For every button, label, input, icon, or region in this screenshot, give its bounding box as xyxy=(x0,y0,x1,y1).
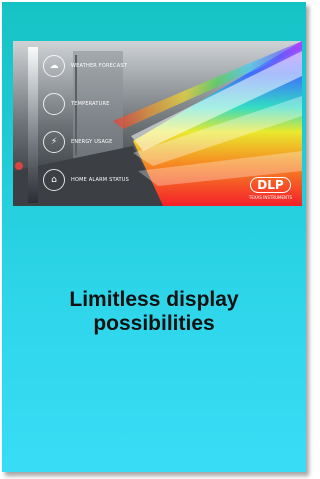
hud-item-temperature[interactable]: TEMPERATURE xyxy=(43,93,110,115)
lightning-icon: ⚡ xyxy=(43,131,65,153)
dlp-logo: DLP TEXAS INSTRUMENTS xyxy=(249,176,292,200)
headline-line-1: Limitless display xyxy=(69,288,239,311)
screen-edge-strip xyxy=(28,47,38,203)
headline: Limitless display possibilities xyxy=(2,288,306,336)
hero-image: ☁ WEATHER FORECAST TEMPERATURE ⚡ ENERGY … xyxy=(13,41,302,206)
dlp-logo-mark: DLP xyxy=(250,177,291,193)
hud-item-weather[interactable]: ☁ WEATHER FORECAST xyxy=(43,55,127,77)
hud-label-weather: WEATHER FORECAST xyxy=(71,63,127,69)
dlp-logo-subtitle: TEXAS INSTRUMENTS xyxy=(248,195,292,200)
hud-item-energy[interactable]: ⚡ ENERGY USAGE xyxy=(43,131,113,153)
hud-label-energy: ENERGY USAGE xyxy=(71,139,113,145)
home-icon: ⌂ xyxy=(43,169,65,191)
hud-label-temperature: TEMPERATURE xyxy=(71,101,110,107)
thermometer-icon xyxy=(43,93,65,115)
headline-line-2: possibilities xyxy=(93,312,215,335)
hud-label-home-alarm: HOME ALARM STATUS xyxy=(71,177,130,183)
cloud-sun-icon: ☁ xyxy=(43,55,65,77)
hud-item-home-alarm[interactable]: ⌂ HOME ALARM STATUS xyxy=(43,169,129,191)
